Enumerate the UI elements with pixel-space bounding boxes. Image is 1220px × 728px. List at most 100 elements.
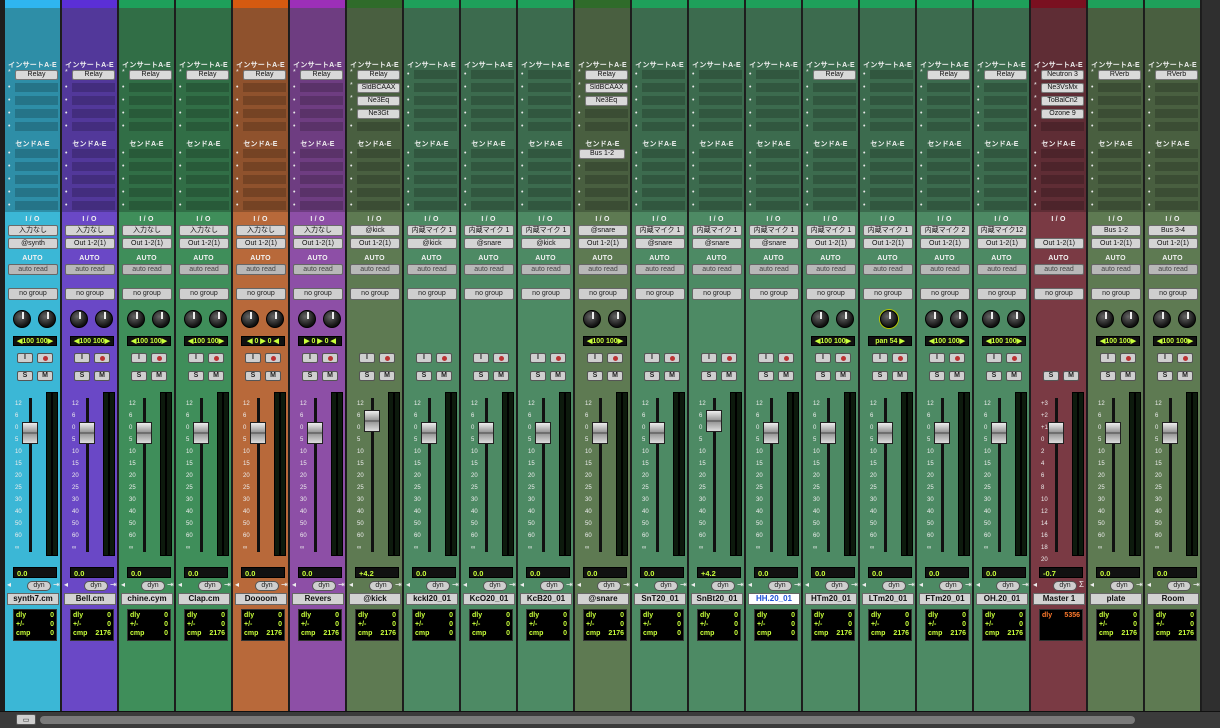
- solo-button[interactable]: S: [872, 371, 888, 381]
- send-slot-empty[interactable]: •: [236, 175, 286, 184]
- insert-slot-button[interactable]: Relay: [927, 70, 970, 80]
- insert-slot-empty[interactable]: •: [920, 109, 970, 118]
- send-slot-empty[interactable]: •: [749, 149, 799, 158]
- automation-mode-button[interactable]: auto read: [920, 264, 970, 275]
- input-selector[interactable]: 内蔵マイク 1: [806, 225, 856, 236]
- send-slot-empty[interactable]: •: [635, 175, 685, 184]
- insert-slot-empty[interactable]: •: [749, 83, 799, 92]
- send-slot-empty[interactable]: •: [1148, 188, 1198, 197]
- dyn-button[interactable]: dyn: [369, 581, 393, 591]
- input-selector[interactable]: 入力なし: [8, 225, 58, 236]
- insert-slot-empty[interactable]: •: [8, 109, 58, 118]
- input-monitor-button[interactable]: I: [245, 353, 261, 363]
- mute-button[interactable]: M: [94, 371, 110, 381]
- track-name[interactable]: Room: [1147, 593, 1199, 605]
- insert-slot-empty[interactable]: •: [236, 109, 286, 118]
- automation-mode-button[interactable]: auto read: [236, 264, 286, 275]
- group-selector[interactable]: no group: [977, 288, 1027, 300]
- comment-area[interactable]: [1031, 644, 1086, 704]
- mute-button[interactable]: M: [265, 371, 281, 381]
- group-selector[interactable]: no group: [692, 288, 742, 300]
- send-slot-empty[interactable]: •: [977, 188, 1027, 197]
- fader-cap[interactable]: [22, 422, 38, 444]
- send-slot-empty[interactable]: •: [236, 201, 286, 210]
- output-selector[interactable]: Out 1-2(1): [236, 238, 286, 249]
- solo-button[interactable]: S: [758, 371, 774, 381]
- insert-slot-empty[interactable]: •: [1148, 109, 1198, 118]
- dyn-button[interactable]: dyn: [141, 581, 165, 591]
- send-slot-empty[interactable]: •: [806, 162, 856, 171]
- input-selector[interactable]: 内蔵マイク 1: [749, 225, 799, 236]
- send-slot-empty[interactable]: •: [863, 188, 913, 197]
- input-monitor-button[interactable]: I: [530, 353, 546, 363]
- send-slot-empty[interactable]: •: [236, 162, 286, 171]
- insert-slot-button[interactable]: Relay: [300, 70, 343, 80]
- send-slot-empty[interactable]: •: [578, 175, 628, 184]
- send-slot-empty[interactable]: •: [122, 175, 172, 184]
- input-monitor-button[interactable]: I: [359, 353, 375, 363]
- send-slot-empty[interactable]: •: [293, 162, 343, 171]
- send-slot-empty[interactable]: •: [350, 162, 400, 171]
- input-monitor-button[interactable]: I: [416, 353, 432, 363]
- insert-slot-empty[interactable]: •: [65, 96, 115, 105]
- dyn-button[interactable]: dyn: [255, 581, 279, 591]
- fader-cap[interactable]: [478, 422, 494, 444]
- vertical-scrollbar[interactable]: [1202, 0, 1220, 711]
- input-monitor-button[interactable]: I: [701, 353, 717, 363]
- fader-cap[interactable]: [877, 422, 893, 444]
- dyn-button[interactable]: dyn: [483, 581, 507, 591]
- send-slot-empty[interactable]: •: [521, 188, 571, 197]
- solo-button[interactable]: S: [530, 371, 546, 381]
- mute-button[interactable]: M: [778, 371, 794, 381]
- group-selector[interactable]: no group: [863, 288, 913, 300]
- send-slot-empty[interactable]: •: [635, 149, 685, 158]
- send-arrow-icon[interactable]: ⇥: [623, 580, 630, 589]
- track-name[interactable]: kckI20_01: [406, 593, 458, 605]
- record-arm-button[interactable]: [151, 353, 167, 363]
- insert-slot-button[interactable]: Relay: [129, 70, 172, 80]
- input-monitor-button[interactable]: I: [74, 353, 90, 363]
- dyn-button[interactable]: dyn: [198, 581, 222, 591]
- dyn-button[interactable]: dyn: [1110, 581, 1134, 591]
- solo-button[interactable]: S: [188, 371, 204, 381]
- track-name[interactable]: Bell.cm: [64, 593, 116, 605]
- dyn-button[interactable]: dyn: [996, 581, 1020, 591]
- group-selector[interactable]: no group: [464, 288, 514, 300]
- strip-size-button[interactable]: ▭: [16, 714, 36, 725]
- send-slot-empty[interactable]: •: [1034, 149, 1084, 158]
- record-arm-button[interactable]: [1120, 353, 1136, 363]
- group-selector[interactable]: no group: [1091, 288, 1141, 300]
- solo-button[interactable]: S: [1043, 371, 1059, 381]
- send-slot-empty[interactable]: •: [8, 188, 58, 197]
- insert-slot-empty[interactable]: •: [806, 122, 856, 131]
- comment-area[interactable]: [1145, 644, 1200, 704]
- input-selector[interactable]: 内蔵マイク 1: [407, 225, 457, 236]
- insert-slot-empty[interactable]: •: [692, 83, 742, 92]
- group-selector[interactable]: no group: [806, 288, 856, 300]
- send-slot-empty[interactable]: •: [863, 162, 913, 171]
- input-selector[interactable]: 内蔵マイク 1: [692, 225, 742, 236]
- output-selector[interactable]: Out 1-2(1): [179, 238, 229, 249]
- insert-slot-empty[interactable]: •: [65, 109, 115, 118]
- mute-button[interactable]: M: [151, 371, 167, 381]
- output-selector[interactable]: Out 1-2(1): [122, 238, 172, 249]
- insert-slot-empty[interactable]: •: [407, 96, 457, 105]
- comment-area[interactable]: [461, 644, 516, 704]
- track-name[interactable]: SnBt20_01: [691, 593, 743, 605]
- comment-area[interactable]: [347, 644, 402, 704]
- record-arm-button[interactable]: [1006, 353, 1022, 363]
- pan-knob-left-icon[interactable]: [583, 310, 601, 328]
- input-monitor-button[interactable]: I: [644, 353, 660, 363]
- insert-slot-empty[interactable]: •: [920, 122, 970, 131]
- mute-button[interactable]: M: [322, 371, 338, 381]
- automation-mode-button[interactable]: auto read: [863, 264, 913, 275]
- send-slot-empty[interactable]: •: [65, 162, 115, 171]
- send-slot-empty[interactable]: •: [692, 149, 742, 158]
- insert-slot-empty[interactable]: •: [521, 70, 571, 79]
- input-selector[interactable]: 内蔵マイク 2: [920, 225, 970, 236]
- pan-knob-left-icon[interactable]: [982, 310, 1000, 328]
- record-arm-button[interactable]: [265, 353, 281, 363]
- comment-area[interactable]: [860, 644, 915, 704]
- send-slot-empty[interactable]: •: [920, 188, 970, 197]
- dyn-button[interactable]: dyn: [825, 581, 849, 591]
